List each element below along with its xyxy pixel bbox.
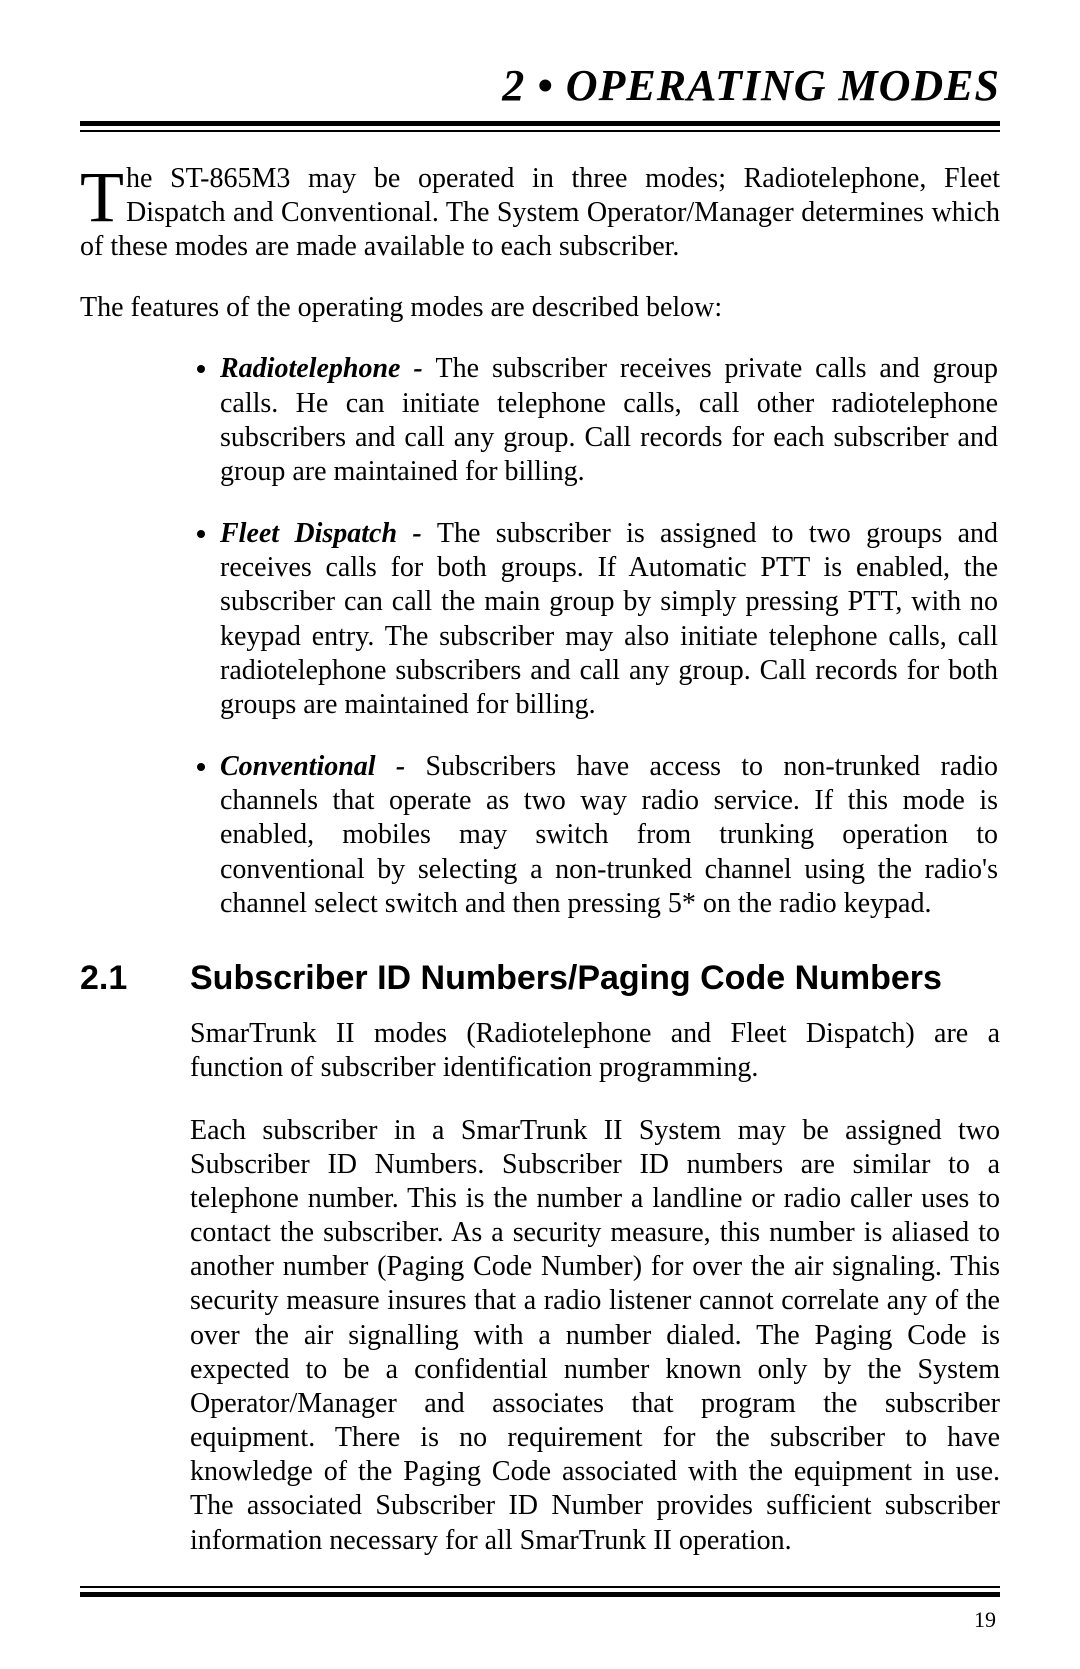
intro-paragraph: The ST-865M3 may be operated in three mo…: [80, 162, 1000, 264]
chapter-title-text: OPERATING MODES: [566, 61, 1000, 110]
list-item: Fleet Dispatch - The subscriber is assig…: [220, 517, 1000, 722]
chapter-header: 2 • OPERATING MODES: [80, 60, 1000, 111]
intro-text: he ST-865M3 may be operated in three mod…: [80, 163, 1000, 262]
features-intro: The features of the operating modes are …: [80, 292, 1000, 324]
section-paragraph-2: Each subscriber in a SmarTrunk II System…: [190, 1114, 1000, 1558]
section-number: 2.1: [80, 957, 190, 1000]
bottom-rule-thin: [80, 1586, 1000, 1588]
list-item: Radiotelephone - The subscriber receives…: [220, 352, 1000, 489]
top-rule-thick: [80, 121, 1000, 126]
mode-name: Fleet Dispatch -: [220, 518, 437, 549]
mode-list: Radiotelephone - The subscriber receives…: [80, 352, 1000, 920]
bottom-rule-thick: [80, 1592, 1000, 1597]
dropcap-letter: T: [80, 162, 126, 228]
chapter-bullet: •: [537, 61, 553, 110]
mode-name: Conventional -: [220, 751, 425, 782]
document-page: 2 • OPERATING MODES The ST-865M3 may be …: [0, 0, 1080, 1669]
page-number: 19: [80, 1607, 1000, 1633]
section-title: Subscriber ID Numbers/Paging Code Number…: [190, 957, 1000, 1000]
list-item: Conventional - Subscribers have access t…: [220, 750, 1000, 921]
section-paragraph-1: SmarTrunk II modes (Radiotelephone and F…: [190, 1017, 1000, 1085]
section-heading: 2.1 Subscriber ID Numbers/Paging Code Nu…: [80, 957, 1000, 1000]
top-rule-thin: [80, 130, 1000, 132]
chapter-number: 2: [502, 61, 525, 110]
mode-name: Radiotelephone -: [220, 353, 436, 384]
bottom-rules: [80, 1586, 1000, 1597]
